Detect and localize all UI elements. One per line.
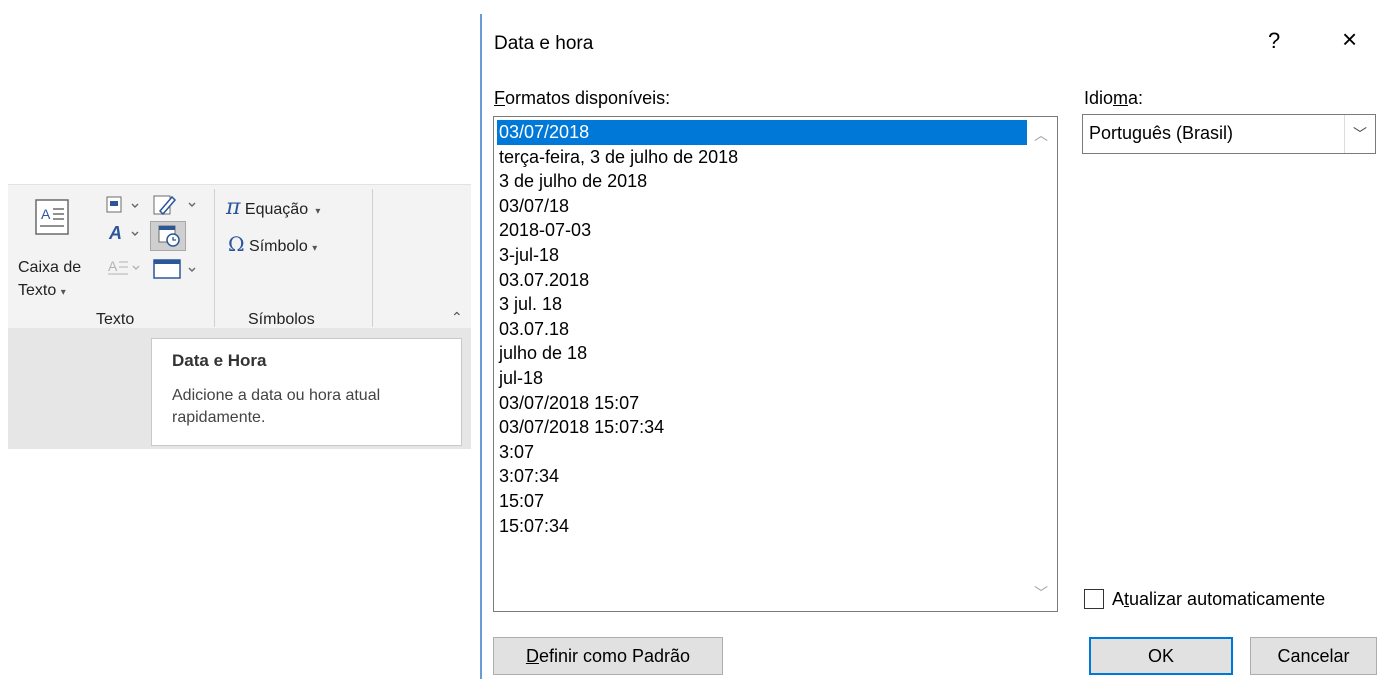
auto-update-part2: ualizar automaticamente — [1129, 589, 1326, 609]
text-box-icon[interactable]: A — [35, 199, 69, 235]
symbol-button[interactable]: Ω Símbolo ▾ — [228, 232, 317, 256]
format-option[interactable]: 3:07:34 — [497, 464, 1027, 489]
format-option[interactable]: 3 de julho de 2018 — [497, 169, 1027, 194]
drop-cap-icon[interactable]: A — [106, 255, 146, 279]
language-label-part2: a: — [1128, 88, 1144, 108]
format-option[interactable]: 03.07.2018 — [497, 268, 1027, 293]
language-label-part1: Idio — [1084, 88, 1114, 108]
chevron-down-icon: ▾ — [312, 206, 321, 217]
language-select[interactable]: Português (Brasil) ﹀ — [1082, 114, 1376, 154]
format-option[interactable]: 03.07.18 — [497, 317, 1027, 342]
cancel-button[interactable]: Cancelar — [1250, 637, 1377, 675]
ribbon-insert-panel: A Caixa de Texto ▾ A A π Equação ▾ Ω Sím… — [8, 184, 471, 329]
chevron-down-icon: ▾ — [312, 243, 318, 254]
auto-update-part1: A — [1112, 589, 1125, 609]
text-box-label-line2[interactable]: Texto ▾ — [18, 282, 66, 300]
svg-text:A: A — [108, 223, 122, 243]
chevron-down-icon[interactable]: ﹀ — [1344, 115, 1375, 153]
language-label-accel: m — [1113, 88, 1129, 108]
formats-listbox[interactable]: 03/07/2018 terça-feira, 3 de julho de 201… — [493, 116, 1058, 612]
format-option[interactable]: 15:07 — [497, 489, 1027, 514]
dialog-title: Data e hora — [494, 33, 594, 54]
group-separator — [214, 189, 215, 327]
date-time-tooltip: Data e Hora Adicione a data ou hora atua… — [151, 338, 462, 446]
pi-icon: π — [226, 195, 241, 220]
format-option[interactable]: 2018-07-03 — [497, 218, 1027, 243]
formats-label: Formatos disponíveis: — [494, 88, 670, 109]
scroll-down-icon[interactable]: ﹀ — [1034, 583, 1048, 603]
svg-text:A: A — [108, 258, 118, 274]
object-icon[interactable] — [152, 257, 202, 281]
format-option[interactable]: 03/07/2018 15:07 — [497, 391, 1027, 416]
svg-text:A: A — [41, 206, 51, 222]
auto-update-checkbox[interactable] — [1084, 589, 1104, 609]
text-box-label: Texto — [18, 282, 57, 299]
format-option[interactable]: julho de 18 — [497, 341, 1027, 366]
auto-update-label[interactable]: Atualizar automaticamente — [1112, 589, 1325, 610]
format-option[interactable]: 3:07 — [497, 440, 1027, 465]
equation-label: Equação — [244, 201, 309, 218]
date-time-dialog: Data e hora ? × Formatos disponíveis: 03… — [482, 0, 1394, 679]
format-option[interactable]: terça-feira, 3 de julho de 2018 — [497, 145, 1027, 170]
set-default-accel: D — [525, 646, 539, 666]
omega-icon: Ω — [228, 232, 245, 256]
equation-button[interactable]: π Equação ▾ — [226, 195, 320, 220]
close-icon[interactable]: × — [1342, 24, 1357, 55]
format-option[interactable]: jul-18 — [497, 366, 1027, 391]
set-default-label: efinir como Padrão — [538, 646, 691, 666]
scroll-up-icon[interactable]: ︿ — [1034, 125, 1048, 145]
formats-label-text: ormatos disponíveis: — [505, 88, 671, 108]
ok-button[interactable]: OK — [1089, 637, 1233, 675]
collapse-ribbon-icon[interactable]: ⌃ — [451, 309, 463, 326]
group-separator — [372, 189, 373, 327]
format-option[interactable]: 03/07/18 — [497, 194, 1027, 219]
format-option[interactable]: 03/07/2018 15:07:34 — [497, 415, 1027, 440]
formats-list: 03/07/2018 terça-feira, 3 de julho de 201… — [497, 120, 1027, 538]
date-time-icon[interactable] — [150, 221, 186, 251]
language-value: Português (Brasil) — [1089, 123, 1234, 143]
language-label: Idioma: — [1084, 88, 1143, 109]
signature-line-icon[interactable] — [152, 193, 202, 217]
tooltip-description: Adicione a data ou hora atual rapidament… — [172, 387, 381, 426]
set-default-button[interactable]: Definir como Padrão — [493, 637, 723, 675]
format-option[interactable]: 03/07/2018 — [497, 120, 1027, 145]
help-button[interactable]: ? — [1268, 28, 1280, 54]
format-option[interactable]: 3 jul. 18 — [497, 292, 1027, 317]
symbol-label: Símbolo — [249, 238, 308, 255]
chevron-down-icon: ▾ — [60, 287, 66, 298]
group-label-symbols: Símbolos — [248, 311, 315, 328]
wordart-icon[interactable]: A — [106, 221, 146, 245]
tooltip-title: Data e Hora — [172, 351, 267, 370]
group-label-text: Texto — [96, 311, 135, 328]
format-option[interactable]: 15:07:34 — [497, 514, 1027, 539]
quick-parts-icon[interactable] — [106, 195, 146, 215]
format-option[interactable]: 3-jul-18 — [497, 243, 1027, 268]
text-box-label-line1[interactable]: Caixa de — [18, 259, 81, 277]
formats-label-accel: F — [494, 88, 505, 108]
